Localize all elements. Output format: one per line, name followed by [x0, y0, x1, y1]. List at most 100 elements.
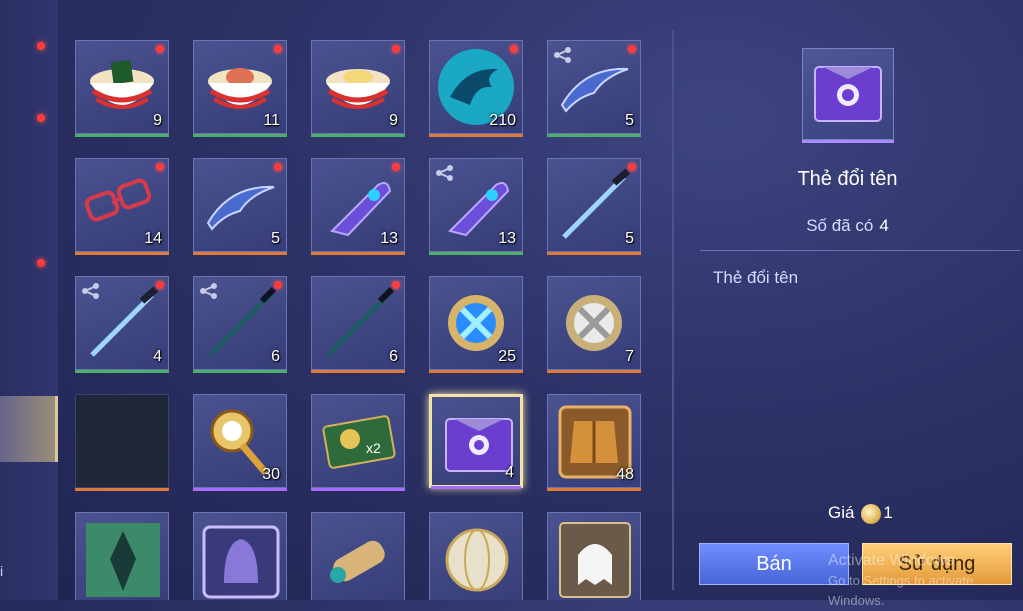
- price-label: Giá: [828, 503, 855, 522]
- inventory-slot[interactable]: 9: [75, 40, 169, 137]
- scroll-icon: [318, 519, 400, 600]
- price-value: 1: [883, 503, 893, 522]
- inventory-slot[interactable]: 5: [193, 158, 287, 255]
- new-item-dot: [628, 163, 636, 171]
- sidebar-label: i: [0, 563, 4, 579]
- owned-label: Số đã có: [806, 216, 874, 235]
- inventory-slot[interactable]: [547, 512, 641, 600]
- inventory-slot[interactable]: 210: [429, 40, 523, 137]
- detail-item-thumbnail: [802, 48, 894, 143]
- item-count: 5: [271, 230, 280, 247]
- rarity-bar: [547, 134, 641, 137]
- inventory-slot[interactable]: 48: [547, 394, 641, 491]
- rarity-bar: [429, 370, 523, 373]
- item-count: 4: [153, 348, 162, 365]
- inventory-slot[interactable]: 13: [429, 158, 523, 255]
- new-item-dot: [510, 45, 518, 53]
- rarity-bar: [547, 252, 641, 255]
- item-count: 13: [498, 230, 516, 247]
- item-count: 30: [262, 466, 280, 483]
- owned-value: 4: [879, 216, 889, 235]
- rarity-bar: [193, 134, 287, 137]
- silver-orb-icon: [554, 283, 636, 365]
- inventory-slot[interactable]: 6: [311, 276, 405, 373]
- rarity-bar: [75, 370, 169, 373]
- rarity-bar: [802, 140, 894, 143]
- item-count: 5: [625, 112, 634, 129]
- item-count: 6: [389, 348, 398, 365]
- item-count: 9: [389, 112, 398, 129]
- inventory-slot[interactable]: 5: [547, 40, 641, 137]
- rarity-bar: [75, 252, 169, 255]
- new-item-dot: [156, 163, 164, 171]
- inventory-slot[interactable]: [311, 512, 405, 600]
- notification-dot: [37, 259, 45, 267]
- rarity-bar: [547, 488, 641, 491]
- item-count: 13: [380, 230, 398, 247]
- sell-button[interactable]: Bán: [699, 543, 849, 585]
- item-count: 7: [625, 348, 634, 365]
- item-count: 11: [263, 112, 280, 129]
- new-item-dot: [274, 163, 282, 171]
- share-icon: [82, 283, 100, 299]
- category-sidebar: i: [0, 0, 58, 600]
- coin-icon: [861, 503, 882, 524]
- globe-orb-icon: [436, 519, 518, 600]
- new-item-dot: [274, 45, 282, 53]
- notification-dot: [37, 42, 45, 50]
- panel-divider: [672, 30, 674, 590]
- svg-text:x2: x2: [366, 440, 381, 456]
- sidebar-tab-selected[interactable]: [0, 396, 58, 462]
- inventory-slot[interactable]: [429, 512, 523, 600]
- item-count: 6: [271, 348, 280, 365]
- inventory-slot[interactable]: 5: [547, 158, 641, 255]
- inventory-slot[interactable]: 25: [429, 276, 523, 373]
- item-name: Thẻ đổi tên: [797, 168, 898, 190]
- share-icon: [554, 47, 572, 63]
- knight-helmet-icon: [200, 519, 282, 600]
- rarity-bar: [311, 370, 405, 373]
- inventory-slot[interactable]: 9: [311, 40, 405, 137]
- item-count: 25: [498, 348, 516, 365]
- item-count: 9: [153, 112, 162, 129]
- rarity-bar: [311, 134, 405, 137]
- seaweed-noodle-bowl-icon: [82, 47, 164, 129]
- inventory-slot[interactable]: 4: [429, 394, 523, 489]
- inventory-slot[interactable]: 6: [193, 276, 287, 373]
- inventory-slot[interactable]: [193, 512, 287, 600]
- item-count: 48: [616, 466, 634, 483]
- rarity-bar: [429, 252, 523, 255]
- item-price: Giá 1: [828, 503, 893, 524]
- inventory-slot[interactable]: x2: [311, 394, 405, 491]
- rarity-bar: [75, 488, 169, 491]
- inventory-slot[interactable]: 4: [75, 276, 169, 373]
- new-item-dot: [156, 45, 164, 53]
- new-item-dot: [392, 281, 400, 289]
- inventory-slot[interactable]: [75, 512, 169, 600]
- share-icon: [436, 165, 454, 181]
- rarity-bar: [311, 252, 405, 255]
- inventory-slot[interactable]: 11: [193, 40, 287, 137]
- item-count: 5: [625, 230, 634, 247]
- rarity-bar: [193, 252, 287, 255]
- owned-quantity: Số đã có 4: [700, 216, 995, 236]
- inventory-slot[interactable]: 14: [75, 158, 169, 255]
- rarity-bar: [193, 370, 287, 373]
- new-item-dot: [274, 281, 282, 289]
- rarity-bar: [429, 134, 523, 137]
- rarity-bar: [75, 134, 169, 137]
- rarity-bar: [431, 486, 521, 489]
- dark-blade-icon: [318, 283, 400, 365]
- egg-noodle-bowl-icon: [318, 47, 400, 129]
- ghost-card-icon: [554, 519, 636, 600]
- inventory-slot[interactable]: [75, 394, 169, 491]
- rarity-bar: [193, 488, 287, 491]
- inventory-slot[interactable]: 30: [193, 394, 287, 491]
- inventory-grid: 9 11 9 210 5 14 5 13 13 5 4 6 6 25 7 30 x2 4 48: [75, 40, 645, 600]
- share-icon: [200, 283, 218, 299]
- inventory-slot[interactable]: 7: [547, 276, 641, 373]
- inventory-slot[interactable]: 13: [311, 158, 405, 255]
- coin-ticket-x2-icon: x2: [318, 401, 400, 483]
- watermark-line1: Activate Windows: [828, 552, 955, 569]
- item-count: 210: [489, 112, 516, 129]
